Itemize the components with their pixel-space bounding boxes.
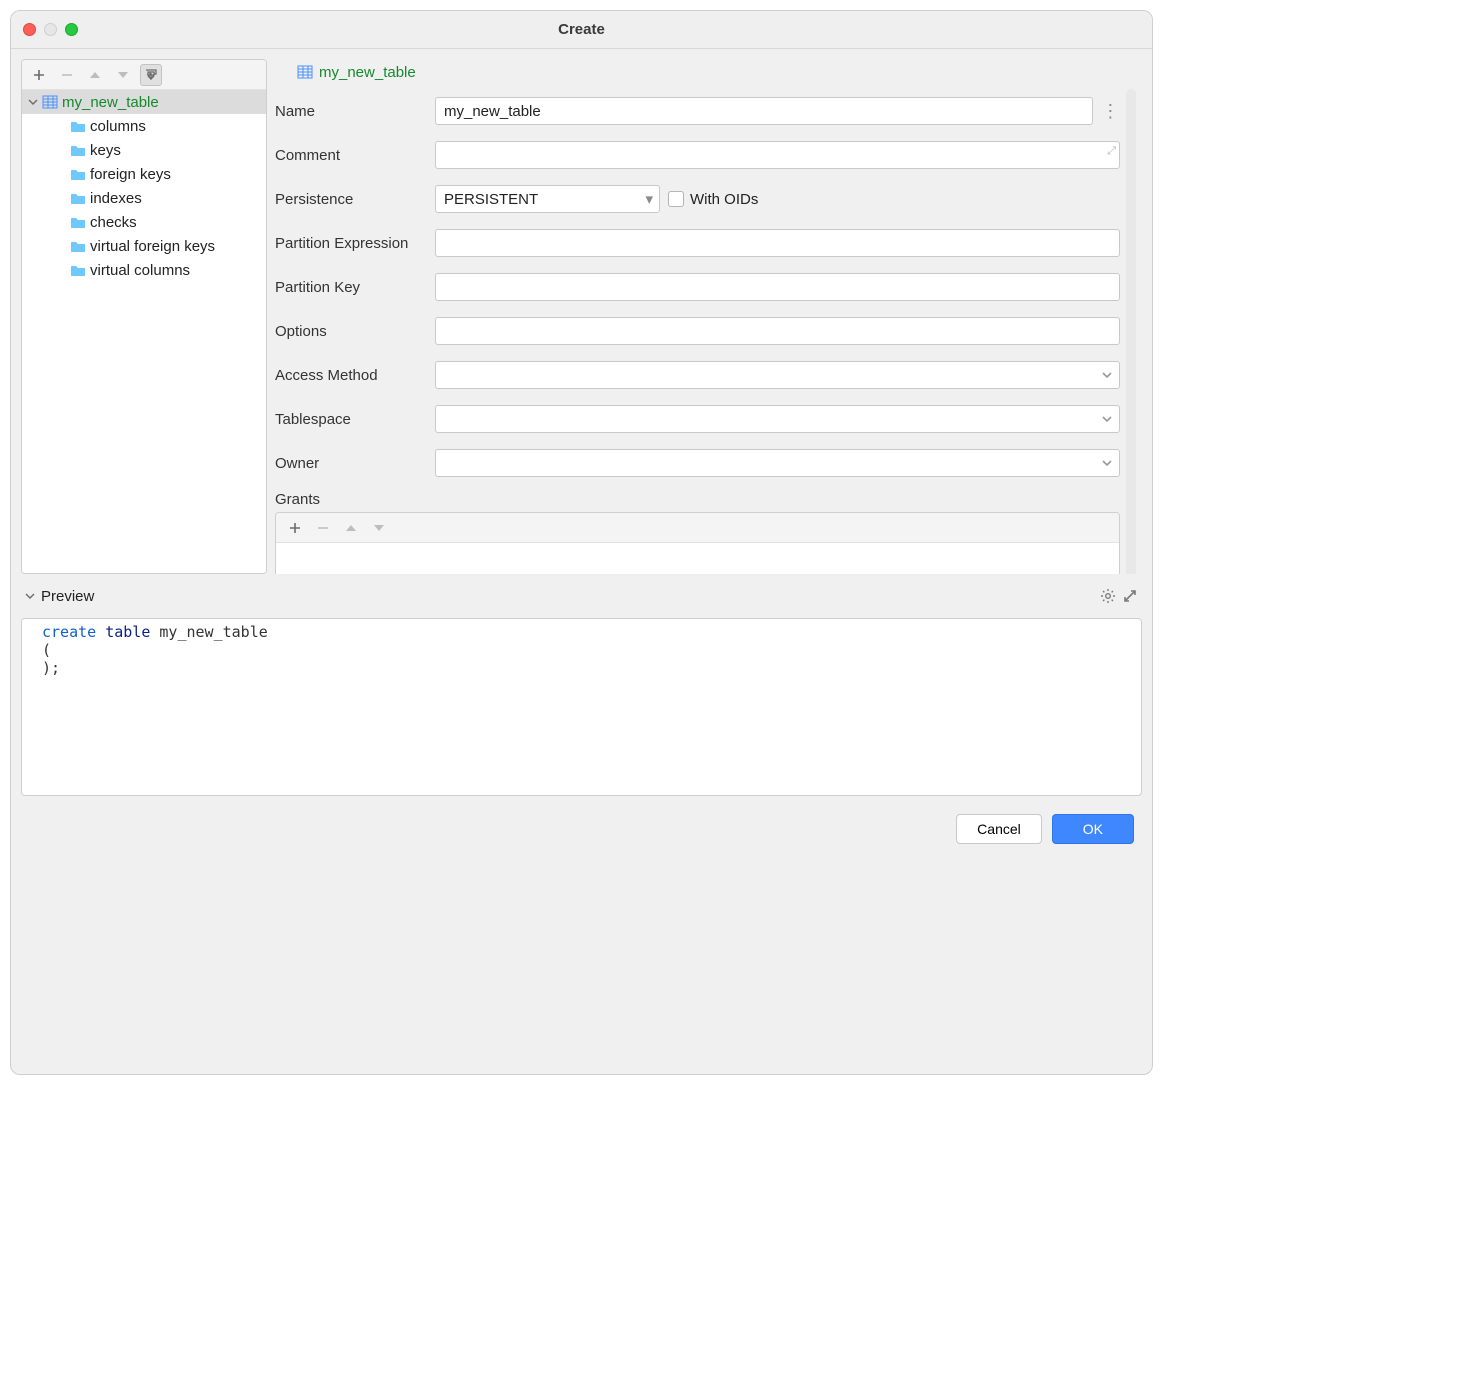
folder-icon — [70, 216, 86, 229]
access-method-combo[interactable] — [435, 361, 1120, 389]
label-comment: Comment — [275, 147, 435, 164]
remove-button[interactable] — [56, 64, 78, 86]
tree-item-virtual-columns[interactable]: virtual columns — [22, 258, 266, 282]
tree-item-keys[interactable]: keys — [22, 138, 266, 162]
grants-panel: Nothing to show — [275, 512, 1120, 574]
vertical-scrollbar[interactable] — [1126, 89, 1136, 574]
folder-icon — [70, 192, 86, 205]
folder-icon — [70, 240, 86, 253]
preview-header: Preview — [21, 582, 1142, 610]
preview-label: Preview — [41, 588, 94, 605]
window-title: Create — [11, 21, 1152, 38]
tree-item-indexes[interactable]: indexes — [22, 186, 266, 210]
table-icon — [42, 95, 58, 109]
tree-item-label: virtual columns — [90, 262, 190, 279]
grants-empty-text: Nothing to show — [276, 543, 1119, 574]
with-oids-checkbox[interactable]: With OIDs — [668, 191, 758, 208]
ok-button[interactable]: OK — [1052, 814, 1134, 844]
gutter — [22, 619, 36, 795]
move-down-button[interactable] — [112, 64, 134, 86]
folder-icon — [70, 120, 86, 133]
tree-root-item[interactable]: my_new_table — [22, 90, 266, 114]
tree-body[interactable]: my_new_table columns keys foreign keys — [22, 90, 266, 573]
open-external-icon[interactable] — [1122, 588, 1138, 604]
folder-icon — [70, 168, 86, 181]
tree-item-label: indexes — [90, 190, 142, 207]
with-oids-label: With OIDs — [690, 191, 758, 208]
folder-icon — [70, 144, 86, 157]
label-name: Name — [275, 103, 435, 120]
chevron-down-icon: ▾ — [645, 190, 653, 208]
dialog-buttons: Cancel OK — [21, 804, 1142, 854]
sql-ident: my_new_table — [159, 623, 267, 641]
chevron-down-icon — [1101, 458, 1113, 468]
tree-root-label: my_new_table — [62, 94, 159, 111]
import-button[interactable] — [140, 64, 162, 86]
label-options: Options — [275, 323, 435, 340]
structure-tree-panel: my_new_table columns keys foreign keys — [21, 59, 267, 574]
dialog-create: Create my_new_table — [10, 10, 1153, 1075]
persistence-value: PERSISTENT — [444, 191, 538, 208]
sql-line2: ( — [42, 641, 51, 659]
label-tablespace: Tablespace — [275, 411, 435, 428]
label-partition-expression: Partition Expression — [275, 235, 435, 252]
expand-toggle-icon[interactable] — [28, 97, 38, 107]
name-input[interactable] — [435, 97, 1093, 125]
sql-kw-table: table — [105, 623, 150, 641]
label-grants: Grants — [275, 491, 1120, 508]
add-button[interactable] — [28, 64, 50, 86]
breadcrumb[interactable]: my_new_table — [275, 59, 1142, 85]
tree-item-foreign-keys[interactable]: foreign keys — [22, 162, 266, 186]
chevron-down-icon — [1101, 414, 1113, 424]
tree-item-label: checks — [90, 214, 137, 231]
form-panel: my_new_table Name ⋮ — [275, 59, 1142, 574]
grants-toolbar — [276, 513, 1119, 543]
comment-input[interactable] — [435, 141, 1120, 169]
tree-item-label: foreign keys — [90, 166, 171, 183]
label-partition-key: Partition Key — [275, 279, 435, 296]
owner-combo[interactable] — [435, 449, 1120, 477]
tablespace-combo[interactable] — [435, 405, 1120, 433]
label-owner: Owner — [275, 455, 435, 472]
tree-item-label: keys — [90, 142, 121, 159]
grants-add-button[interactable] — [284, 517, 306, 539]
checkbox-box — [668, 191, 684, 207]
grants-up-button[interactable] — [340, 517, 362, 539]
more-actions-button[interactable]: ⋮ — [1101, 101, 1120, 122]
options-input[interactable] — [435, 317, 1120, 345]
move-up-button[interactable] — [84, 64, 106, 86]
persistence-select[interactable]: PERSISTENT ▾ — [435, 185, 660, 213]
cancel-button[interactable]: Cancel — [956, 814, 1042, 844]
sql-kw-create: create — [42, 623, 96, 641]
label-access-method: Access Method — [275, 367, 435, 384]
titlebar: Create — [11, 11, 1152, 49]
grants-remove-button[interactable] — [312, 517, 334, 539]
sql-preview[interactable]: create table my_new_table ( ); — [21, 618, 1142, 796]
breadcrumb-label: my_new_table — [319, 64, 416, 81]
sql-line3: ); — [42, 659, 60, 677]
partition-key-input[interactable] — [435, 273, 1120, 301]
table-icon — [297, 65, 313, 79]
tree-item-label: virtual foreign keys — [90, 238, 215, 255]
chevron-down-icon — [1101, 370, 1113, 380]
folder-icon — [70, 264, 86, 277]
tree-item-label: columns — [90, 118, 146, 135]
partition-expression-input[interactable] — [435, 229, 1120, 257]
tree-item-virtual-fk[interactable]: virtual foreign keys — [22, 234, 266, 258]
preview-toggle-icon[interactable] — [25, 591, 35, 601]
grants-down-button[interactable] — [368, 517, 390, 539]
label-persistence: Persistence — [275, 191, 435, 208]
tree-item-checks[interactable]: checks — [22, 210, 266, 234]
gear-icon[interactable] — [1100, 588, 1116, 604]
tree-item-columns[interactable]: columns — [22, 114, 266, 138]
expand-icon[interactable]: ⤢ — [1107, 145, 1116, 158]
tree-toolbar — [22, 60, 266, 90]
